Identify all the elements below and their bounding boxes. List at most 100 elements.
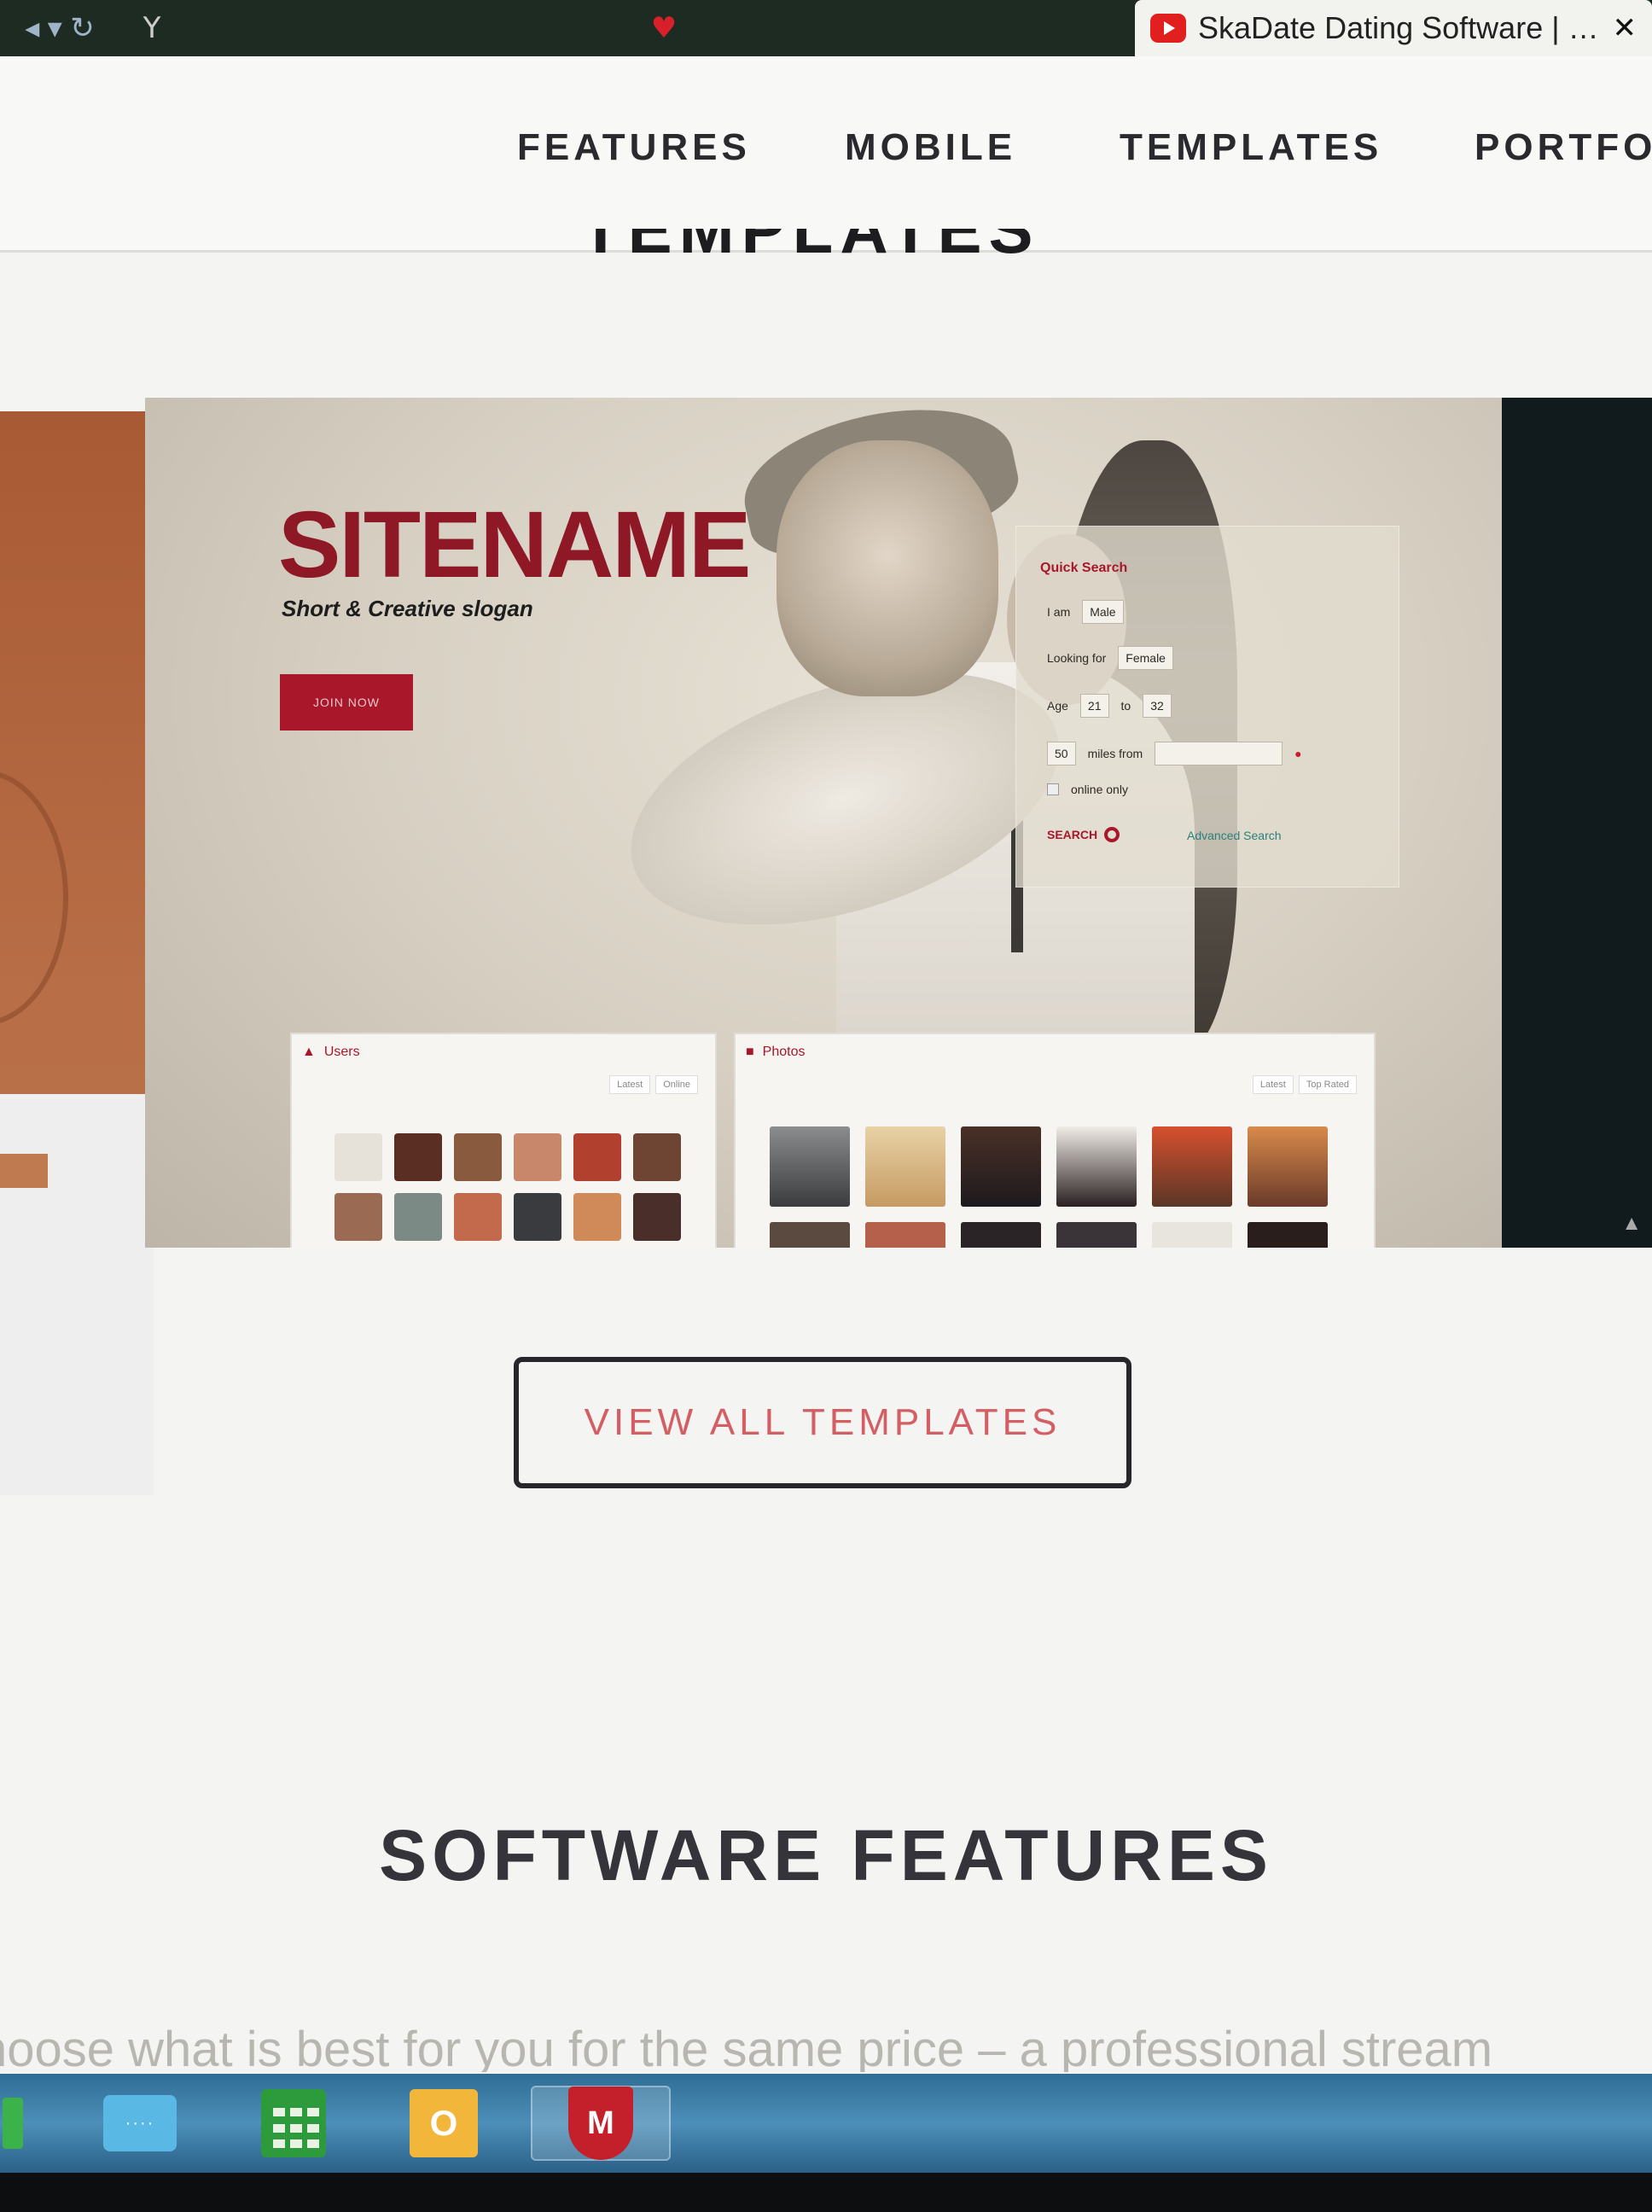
close-tab-icon[interactable]: ✕ bbox=[1613, 11, 1637, 45]
photos-widget: ■ Photos Latest Top Rated bbox=[734, 1033, 1376, 1248]
online-only-checkbox[interactable] bbox=[1047, 783, 1059, 795]
photos-widget-tabs: Latest Top Rated bbox=[1252, 1075, 1357, 1094]
miles-input[interactable]: 50 bbox=[1047, 742, 1076, 765]
app-icon bbox=[3, 2098, 23, 2149]
template-slogan: Short & Creative slogan bbox=[282, 596, 533, 621]
quick-search-panel: Quick Search I am Male Looking for Femal… bbox=[1015, 526, 1399, 888]
users-widget: ▲ Users Latest Online bbox=[290, 1033, 717, 1248]
looking-for-select[interactable]: Female bbox=[1118, 646, 1173, 670]
users-widget-header: ▲ Users bbox=[302, 1045, 360, 1060]
templates-carousel: SITENAME Short & Creative slogan JOIN NO… bbox=[0, 398, 1652, 1495]
photos-tab-latest[interactable]: Latest bbox=[1252, 1075, 1294, 1094]
browser-tab-2[interactable]: ♥ bbox=[631, 0, 1135, 56]
user-icon: ▲ bbox=[302, 1045, 316, 1059]
age-to-input[interactable]: 32 bbox=[1143, 694, 1172, 718]
taskbar-calculator-app[interactable] bbox=[253, 2086, 334, 2161]
distance-row: 50 miles from ● bbox=[1047, 742, 1302, 765]
browser-nav-buttons[interactable]: ◂ ▾ ↻ bbox=[0, 0, 119, 56]
youtube-icon bbox=[1150, 14, 1186, 43]
software-features-title: SOFTWARE FEATURES bbox=[379, 1815, 1273, 1895]
i-am-label: I am bbox=[1047, 605, 1071, 619]
user-thumbnails bbox=[334, 1133, 681, 1241]
taskbar-outlook-app[interactable]: O bbox=[403, 2086, 485, 2161]
nav-features[interactable]: FEATURES bbox=[517, 126, 751, 169]
age-from-input[interactable]: 21 bbox=[1079, 694, 1109, 718]
network-icon: ···· bbox=[103, 2095, 177, 2151]
user-avatar[interactable] bbox=[394, 1133, 442, 1181]
user-avatar[interactable] bbox=[514, 1133, 561, 1181]
location-input[interactable] bbox=[1155, 742, 1283, 765]
man-face bbox=[777, 440, 998, 696]
user-avatar[interactable] bbox=[334, 1193, 382, 1241]
quick-search-title: Quick Search bbox=[1040, 561, 1128, 575]
os-taskbar: ···· O M bbox=[0, 2074, 1652, 2173]
user-avatar[interactable] bbox=[394, 1193, 442, 1241]
nav-portfolio[interactable]: PORTFOL bbox=[1475, 126, 1652, 169]
camera-icon: ■ bbox=[746, 1045, 754, 1059]
i-am-row: I am Male bbox=[1047, 600, 1124, 624]
nav-templates[interactable]: TEMPLATES bbox=[1120, 126, 1382, 169]
tab-title: SkaDate Dating Software | D... bbox=[1198, 10, 1601, 45]
photo-thumbnails bbox=[770, 1126, 1328, 1248]
photo-thumbnail[interactable] bbox=[1056, 1222, 1137, 1248]
browser-tab-active[interactable]: SkaDate Dating Software | D... ✕ bbox=[1135, 0, 1652, 56]
user-avatar[interactable] bbox=[514, 1193, 561, 1241]
photo-thumbnail[interactable] bbox=[865, 1222, 945, 1248]
user-avatar[interactable] bbox=[633, 1193, 681, 1241]
yahoo-favicon-icon: Y bbox=[143, 11, 161, 45]
online-only-label: online only bbox=[1071, 783, 1128, 796]
view-all-templates-button[interactable]: VIEW ALL TEMPLATES bbox=[514, 1357, 1131, 1488]
photo-thumbnail[interactable] bbox=[961, 1126, 1041, 1207]
photos-widget-header: ■ Photos bbox=[746, 1045, 805, 1060]
search-circle-icon bbox=[1104, 827, 1120, 842]
calculator-icon bbox=[261, 2089, 326, 2157]
photo-thumbnail[interactable] bbox=[1248, 1126, 1328, 1207]
location-pin-icon: ● bbox=[1294, 747, 1302, 760]
outlook-icon: O bbox=[410, 2089, 478, 2157]
users-tab-latest[interactable]: Latest bbox=[609, 1075, 651, 1094]
taskbar-app-partial[interactable] bbox=[0, 2086, 26, 2161]
user-avatar[interactable] bbox=[573, 1133, 621, 1181]
photo-thumbnail[interactable] bbox=[1152, 1222, 1232, 1248]
user-avatar[interactable] bbox=[454, 1193, 502, 1241]
user-avatar[interactable] bbox=[633, 1133, 681, 1181]
photo-thumbnail[interactable] bbox=[961, 1222, 1041, 1248]
user-avatar[interactable] bbox=[454, 1133, 502, 1181]
quick-search-button[interactable]: SEARCH bbox=[1047, 827, 1120, 842]
looking-for-label: Looking for bbox=[1047, 651, 1107, 665]
photo-thumbnail[interactable] bbox=[865, 1126, 945, 1207]
online-only-row: online only bbox=[1047, 783, 1128, 796]
taskbar-mcafee-app[interactable]: M bbox=[531, 2086, 671, 2161]
photo-thumbnail[interactable] bbox=[770, 1126, 850, 1207]
nav-mobile[interactable]: MOBILE bbox=[845, 126, 1016, 169]
photo-thumbnail[interactable] bbox=[1248, 1222, 1328, 1248]
users-tab-online[interactable]: Online bbox=[655, 1075, 698, 1094]
photo-thumbnail[interactable] bbox=[770, 1222, 850, 1248]
looking-for-row: Looking for Female bbox=[1047, 646, 1173, 670]
users-widget-tabs: Latest Online bbox=[609, 1075, 698, 1094]
template-brand: SITENAME bbox=[278, 492, 751, 597]
age-label: Age bbox=[1047, 699, 1068, 713]
browser-tab-bar: ◂ ▾ ↻ Y ♥ SkaDate Dating Software | D...… bbox=[0, 0, 1652, 56]
search-label: SEARCH bbox=[1047, 828, 1098, 841]
previous-slide[interactable] bbox=[0, 411, 154, 1495]
templates-heading-text: TEMPLATES bbox=[580, 229, 1058, 258]
advanced-search-link[interactable]: Advanced Search bbox=[1187, 829, 1282, 842]
screen: { "browser": { "nav_icon": "\u25c2 \u25b… bbox=[0, 0, 1652, 2212]
photo-thumbnail[interactable] bbox=[1056, 1126, 1137, 1207]
photos-tab-top-rated[interactable]: Top Rated bbox=[1298, 1075, 1357, 1094]
user-avatar[interactable] bbox=[573, 1193, 621, 1241]
age-to-label: to bbox=[1120, 699, 1131, 713]
browser-tab-1[interactable]: Y bbox=[119, 0, 631, 56]
taskbar-network-app[interactable]: ···· bbox=[99, 2086, 181, 2161]
previous-slide-button bbox=[0, 1154, 48, 1188]
photo-thumbnail[interactable] bbox=[1152, 1126, 1232, 1207]
i-am-select[interactable]: Male bbox=[1082, 600, 1124, 624]
mcafee-icon: M bbox=[568, 2087, 633, 2160]
join-now-button[interactable]: JOIN NOW bbox=[280, 674, 413, 731]
features-intro-text: hoose what is best for you for the same … bbox=[0, 2022, 1493, 2072]
template-preview-slide[interactable]: SITENAME Short & Creative slogan JOIN NO… bbox=[145, 398, 1504, 1248]
user-avatar[interactable] bbox=[334, 1133, 382, 1181]
next-slide[interactable]: ▲ bbox=[1502, 398, 1652, 1248]
miles-label: miles from bbox=[1087, 747, 1143, 760]
